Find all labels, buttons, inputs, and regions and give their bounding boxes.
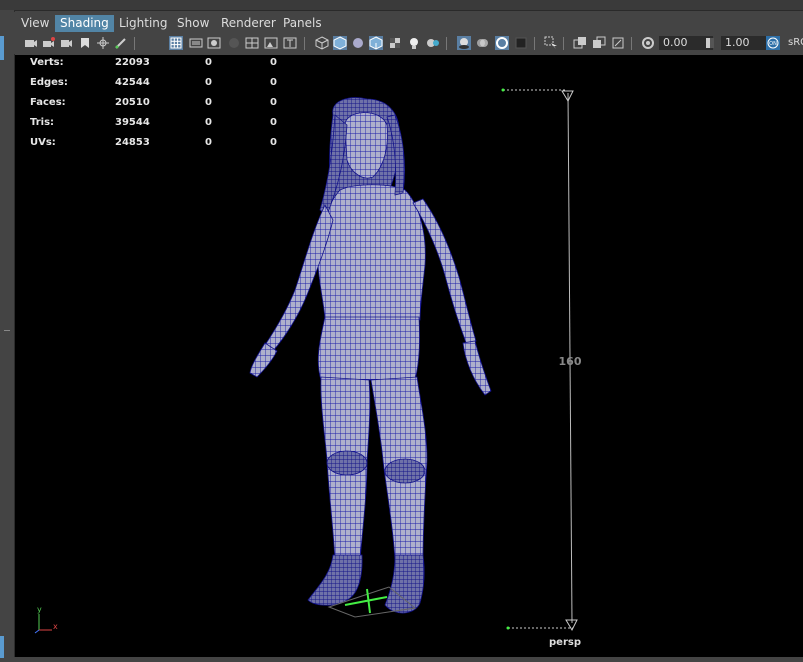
left-toolbox-tab[interactable] [0, 36, 4, 60]
menu-renderer[interactable]: Renderer [216, 15, 281, 32]
hud-label: Edges: [30, 77, 68, 88]
hud-value: 0 [270, 137, 277, 148]
hud-value: 42544 [115, 77, 150, 88]
color-space-label[interactable]: sRG [785, 36, 803, 50]
pivot-icon[interactable] [96, 36, 110, 50]
use-all-lights-icon[interactable] [407, 36, 421, 50]
xray-icon[interactable] [573, 36, 587, 50]
flag-icon[interactable] [78, 36, 92, 50]
safe-action-icon[interactable] [264, 36, 278, 50]
safe-title-icon[interactable] [283, 36, 297, 50]
hud-value: 0 [205, 77, 212, 88]
isolate-select-icon[interactable] [544, 36, 558, 50]
hud-value: 24853 [115, 137, 150, 148]
menu-panels[interactable]: Panels [278, 15, 327, 32]
hud-value: 22093 [115, 57, 150, 68]
left-toolbox-tab-bottom[interactable] [0, 636, 4, 658]
hud-value: 20510 [115, 97, 150, 108]
toolbar-separator [563, 37, 564, 50]
hud-label: Verts: [30, 57, 64, 68]
exposure-icon[interactable] [641, 36, 655, 50]
hud-value: 39544 [115, 117, 150, 128]
select-camera-icon[interactable] [24, 36, 38, 50]
xray-components-icon[interactable] [611, 36, 625, 50]
toolbar-separator [304, 37, 305, 50]
hud-value: 0 [205, 117, 212, 128]
hud-value: 0 [270, 57, 277, 68]
left-toolbox [0, 10, 15, 662]
hud-value: 0 [270, 97, 277, 108]
hud-value: 0 [270, 77, 277, 88]
wireframe-on-shaded-icon[interactable] [369, 36, 383, 50]
measure-tool: 160 [501, 88, 582, 632]
screen-space-ao-icon[interactable] [457, 36, 471, 50]
color-management-icon[interactable]: ON [766, 36, 780, 50]
panel-toolbar: 0.00 1.00 ON sRG [14, 34, 803, 54]
motion-blur-icon[interactable] [476, 36, 490, 50]
menu-shading[interactable]: Shading [55, 15, 114, 32]
character-model [249, 97, 492, 614]
film-gate-icon[interactable] [189, 36, 203, 50]
toolbar-separator [534, 37, 535, 50]
bookmarks-icon[interactable] [60, 36, 74, 50]
camera-attributes-icon[interactable] [42, 36, 56, 50]
hud-value: 0 [205, 137, 212, 148]
field-chart-icon[interactable] [245, 36, 259, 50]
hud-value: 0 [205, 97, 212, 108]
svg-text:ON: ON [769, 41, 777, 47]
gate-mask-icon[interactable] [227, 36, 241, 50]
menu-show[interactable]: Show [172, 15, 214, 32]
hud-label: Tris: [30, 117, 55, 128]
measure-value: 160 [559, 355, 582, 368]
toolbar-separator [134, 37, 135, 50]
grid-icon[interactable] [169, 36, 183, 50]
default-material-icon[interactable] [351, 36, 365, 50]
menu-view[interactable]: View [16, 15, 54, 32]
hud-label: Faces: [30, 97, 66, 108]
hud-value: 0 [270, 117, 277, 128]
gamma-field[interactable]: 1.00 [721, 36, 769, 50]
panel-bottom-strip [14, 657, 803, 662]
resolution-gate-icon[interactable] [207, 36, 221, 50]
smooth-shade-icon[interactable] [333, 36, 347, 50]
window-top-strip [0, 0, 803, 11]
viewport-persp[interactable]: 160 y x Verts: 22093 0 0 Edges: 42544 0 0 Faces:… [15, 55, 803, 657]
anti-aliasing-icon[interactable] [495, 36, 509, 50]
axis-x-label: x [53, 622, 58, 631]
toolbar-separator [446, 37, 447, 50]
textured-icon[interactable] [388, 36, 402, 50]
wireframe-icon[interactable] [315, 36, 329, 50]
xray-joints-icon[interactable] [592, 36, 606, 50]
toolbar-separator [631, 37, 632, 50]
axis-gizmo: y x [34, 605, 58, 634]
panel-menubar: View Shading Lighting Show Renderer Pane… [14, 12, 803, 34]
menu-lighting[interactable]: Lighting [114, 15, 173, 32]
grease-pencil-icon[interactable] [114, 36, 128, 50]
depth-of-field-icon[interactable] [514, 36, 528, 50]
axis-y-label: y [37, 605, 42, 614]
hud-value: 0 [205, 57, 212, 68]
gamma-icon[interactable] [703, 36, 717, 50]
left-toolbox-divider [4, 330, 10, 331]
hud-label: UVs: [30, 137, 56, 148]
shadows-icon[interactable] [426, 36, 440, 50]
camera-name-label: persp [549, 637, 581, 648]
